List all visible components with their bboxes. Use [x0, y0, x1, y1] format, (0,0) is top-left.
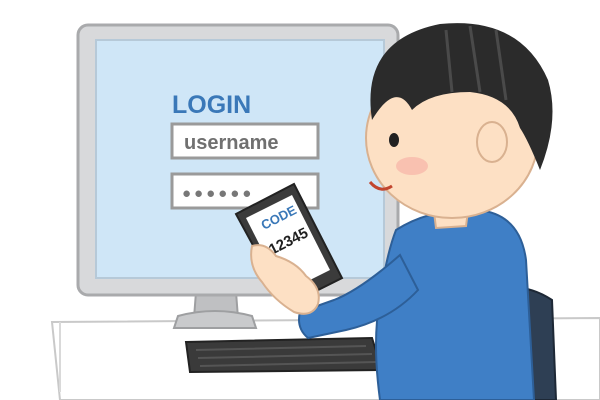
eye	[389, 133, 399, 147]
cheek	[396, 157, 428, 175]
illustration-stage: LOGIN username ●●●●●● CODE 12345	[0, 0, 600, 400]
person-head	[365, 23, 553, 219]
keyboard	[184, 336, 384, 374]
monitor-stand	[172, 291, 258, 329]
two-factor-login-illustration: LOGIN username ●●●●●● CODE 12345	[50, 23, 600, 400]
username-placeholder: username	[184, 132, 279, 154]
monitor	[76, 23, 400, 297]
login-title: LOGIN	[172, 91, 251, 119]
ear	[476, 121, 508, 163]
password-mask: ●●●●●●	[182, 185, 254, 202]
